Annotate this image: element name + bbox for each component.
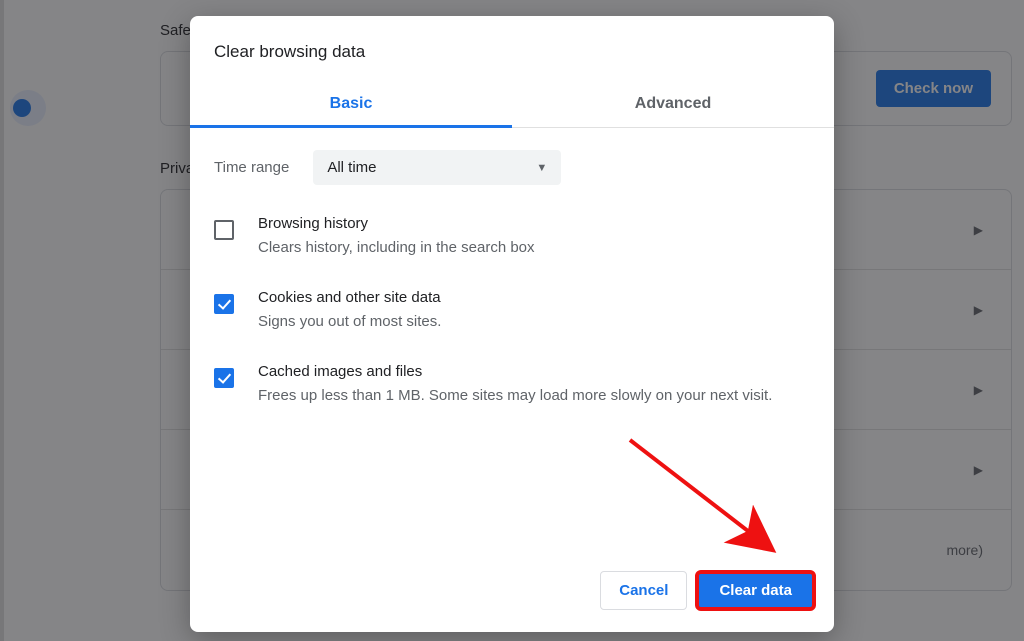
option-title: Browsing history xyxy=(258,215,535,232)
cancel-button[interactable]: Cancel xyxy=(600,571,687,610)
option-desc: Clears history, including in the search … xyxy=(258,237,535,259)
option-title: Cached images and files xyxy=(258,363,772,380)
dialog-title: Clear browsing data xyxy=(190,16,834,80)
chevron-down-icon: ▼ xyxy=(536,162,547,174)
tab-advanced-label: Advanced xyxy=(635,95,711,113)
time-range-value: All time xyxy=(327,159,376,176)
dialog-tabs: Basic Advanced xyxy=(190,80,834,128)
option-title: Cookies and other site data xyxy=(258,289,441,306)
dialog-footer: Cancel Clear data xyxy=(190,553,834,632)
clear-data-button[interactable]: Clear data xyxy=(697,572,814,609)
option-browsing-history: Browsing history Clears history, includi… xyxy=(214,215,810,259)
option-cookies: Cookies and other site data Signs you ou… xyxy=(214,289,810,333)
clear-browsing-data-dialog: Clear browsing data Basic Advanced Time … xyxy=(190,16,834,632)
checkbox-cache[interactable] xyxy=(214,368,234,388)
tab-advanced[interactable]: Advanced xyxy=(512,80,834,127)
option-cache: Cached images and files Frees up less th… xyxy=(214,363,810,407)
dialog-body: Time range All time ▼ Browsing history C… xyxy=(190,128,834,553)
checkbox-browsing-history[interactable] xyxy=(214,220,234,240)
tab-basic-label: Basic xyxy=(330,95,373,113)
option-desc: Frees up less than 1 MB. Some sites may … xyxy=(258,385,772,407)
time-range-select[interactable]: All time ▼ xyxy=(313,150,561,185)
annotation-highlight: Clear data xyxy=(697,572,814,609)
tab-basic[interactable]: Basic xyxy=(190,80,512,127)
checkbox-cookies[interactable] xyxy=(214,294,234,314)
option-desc: Signs you out of most sites. xyxy=(258,311,441,333)
time-range-row: Time range All time ▼ xyxy=(214,150,810,185)
time-range-label: Time range xyxy=(214,159,289,176)
